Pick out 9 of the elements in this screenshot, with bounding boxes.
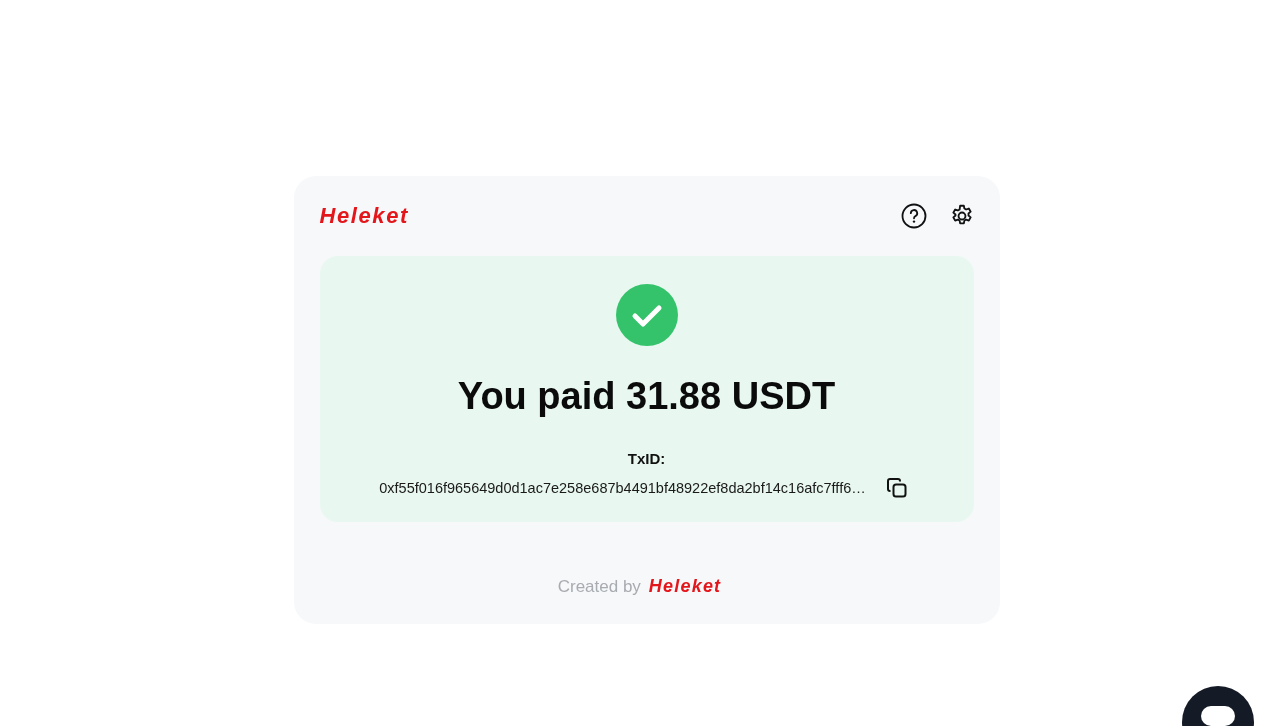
payment-title: You paid 31.88 USDT [457, 374, 836, 419]
brand-logo: Heleket [319, 203, 409, 229]
txid-value: 0xf55f016f965649d0d1ac7e258e687b4491bf48922ef8da2bf14c16afc7fff6… [379, 480, 866, 496]
help-icon[interactable] [900, 203, 927, 229]
txid-label: TxID: [627, 450, 666, 467]
created-by-text: Created by [557, 576, 641, 597]
chat-button[interactable] [1182, 686, 1254, 726]
brand-logo[interactable]: Heleket [648, 576, 722, 597]
copy-icon[interactable] [885, 477, 908, 499]
